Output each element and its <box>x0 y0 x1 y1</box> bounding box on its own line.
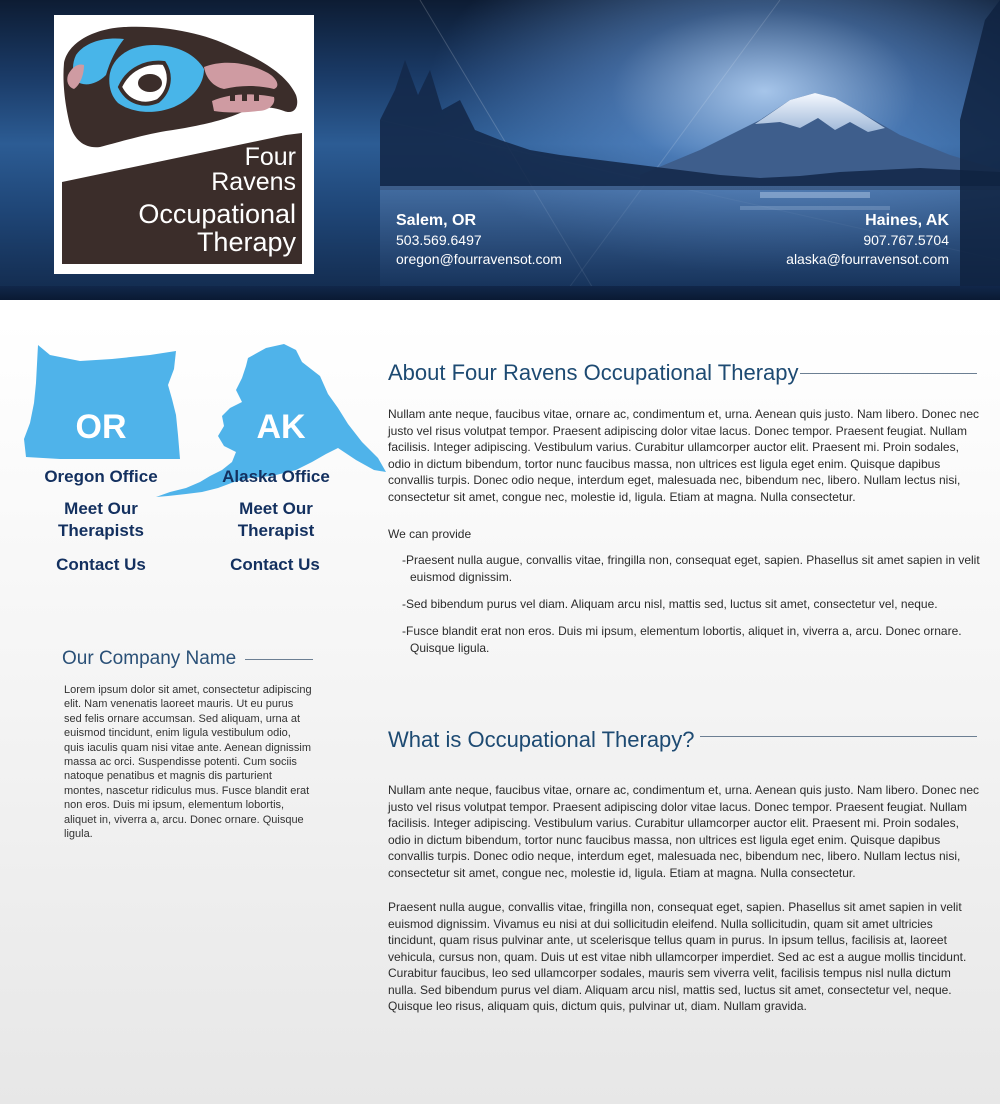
company-title-rule <box>245 659 313 660</box>
site-header: Four Ravens Occupational Therapy Salem, … <box>0 0 1000 300</box>
alaska-email-link[interactable]: alaska@fourravensot.com <box>786 250 949 269</box>
provide-label: We can provide <box>388 527 472 541</box>
ot-paragraph-2: Praesent nulla augue, convallis vitae, f… <box>388 900 967 1013</box>
ot-paragraph-1: Nullam ante neque, faucibus vitae, ornar… <box>388 783 980 880</box>
ot-title: What is Occupational Therapy? <box>388 727 695 752</box>
oregon-meet-therapists-link[interactable]: Meet Our Therapists <box>31 498 171 542</box>
about-title-rule <box>800 373 977 374</box>
logo-line-occupational: Occupational <box>138 199 296 229</box>
alaska-meet-line2: Therapist <box>237 521 315 540</box>
provide-item: -Praesent nulla augue, convallis vitae, … <box>402 553 980 584</box>
alaska-meet-therapist-link[interactable]: Meet Our Therapist <box>206 498 346 542</box>
about-paragraph: Nullam ante neque, faucibus vitae, ornar… <box>388 407 980 504</box>
oregon-office-link[interactable]: Oregon Office <box>31 466 171 488</box>
logo-line-four: Four <box>244 143 296 171</box>
company-title: Our Company Name <box>62 648 237 669</box>
header-bottom-band <box>0 286 1000 300</box>
oregon-email-link[interactable]: oregon@fourravensot.com <box>396 250 562 269</box>
logo-line-therapy: Therapy <box>196 227 296 257</box>
oregon-meet-line1: Meet Our <box>64 499 138 518</box>
alaska-office-link[interactable]: Alaska Office <box>206 466 346 488</box>
oregon-meet-line2: Therapists <box>58 521 144 540</box>
alaska-phone[interactable]: 907.767.5704 <box>786 231 949 250</box>
company-description: Lorem ipsum dolor sit amet, consectetur … <box>64 684 312 841</box>
oregon-abbr: OR <box>75 408 127 446</box>
alaska-meet-line1: Meet Our <box>239 499 313 518</box>
oregon-contact: Salem, OR 503.569.6497 oregon@fourravens… <box>396 211 562 269</box>
alaska-contact: Haines, AK 907.767.5704 alaska@fourraven… <box>786 211 949 269</box>
ot-title-rule <box>700 736 977 737</box>
alaska-contact-link[interactable]: Contact Us <box>205 554 345 576</box>
provide-item: -Fusce blandit erat non eros. Duis mi ip… <box>402 624 962 655</box>
oregon-city: Salem, OR <box>396 212 477 229</box>
oregon-contact-link[interactable]: Contact Us <box>31 554 171 576</box>
oregon-phone[interactable]: 503.569.6497 <box>396 231 562 250</box>
alaska-city: Haines, AK <box>865 212 949 229</box>
alaska-abbr: AK <box>256 408 306 446</box>
four-ravens-logo[interactable]: Four Ravens Occupational Therapy <box>54 15 314 274</box>
provide-item: -Sed bibendum purus vel diam. Aliquam ar… <box>402 597 938 611</box>
logo-line-ravens: Ravens <box>211 168 296 196</box>
about-title: About Four Ravens Occupational Therapy <box>388 360 799 385</box>
